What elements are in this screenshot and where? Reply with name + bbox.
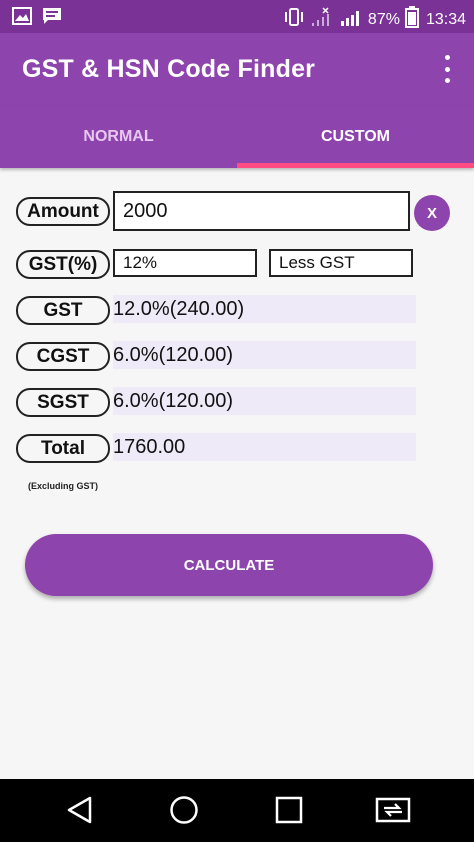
image-icon <box>12 7 32 30</box>
tab-bar: NORMAL CUSTOM <box>0 106 474 168</box>
battery-percent: 87% <box>367 10 400 28</box>
vibrate-icon <box>283 7 305 32</box>
screen-mirror-icon[interactable] <box>375 795 411 830</box>
sgst-label: SGST <box>16 388 110 417</box>
amount-label: Amount <box>16 197 110 226</box>
gst-value: 12.0%(240.00) <box>113 295 416 323</box>
signal-icon <box>339 7 363 32</box>
no-signal-icon <box>310 7 334 32</box>
clear-button[interactable]: X <box>414 195 450 231</box>
recents-icon[interactable] <box>274 795 304 830</box>
tab-indicator <box>237 163 474 168</box>
gst-percent-label: GST(%) <box>16 250 110 279</box>
status-right-icons: 87% 13:34 <box>283 6 466 33</box>
total-value: 1760.00 <box>113 433 416 461</box>
gst-percent-select[interactable]: 12% <box>113 249 257 277</box>
gst-label: GST <box>16 296 110 325</box>
excluding-gst-note: (Excluding GST) <box>28 481 99 491</box>
overflow-menu-icon[interactable] <box>438 55 456 83</box>
tab-custom[interactable]: CUSTOM <box>237 106 474 168</box>
cgst-label: CGST <box>16 342 110 371</box>
home-icon[interactable] <box>169 795 199 830</box>
status-left-icons <box>12 7 62 30</box>
cgst-value: 6.0%(120.00) <box>113 341 416 369</box>
tab-normal[interactable]: NORMAL <box>0 106 237 168</box>
clock: 13:34 <box>425 10 466 28</box>
back-icon[interactable] <box>65 795 95 830</box>
gst-mode-select[interactable]: Less GST <box>269 249 413 277</box>
status-bar: 87% 13:34 <box>0 0 474 33</box>
app-title: GST & HSN Code Finder <box>22 55 316 83</box>
navigation-bar <box>0 779 474 842</box>
total-label: Total <box>16 434 110 463</box>
battery-icon <box>404 6 419 33</box>
message-icon <box>42 7 62 30</box>
amount-input[interactable]: 2000 <box>113 191 410 231</box>
app-bar: GST & HSN Code Finder <box>0 33 474 106</box>
calculate-button[interactable]: CALCULATE <box>25 534 433 596</box>
sgst-value: 6.0%(120.00) <box>113 387 416 415</box>
